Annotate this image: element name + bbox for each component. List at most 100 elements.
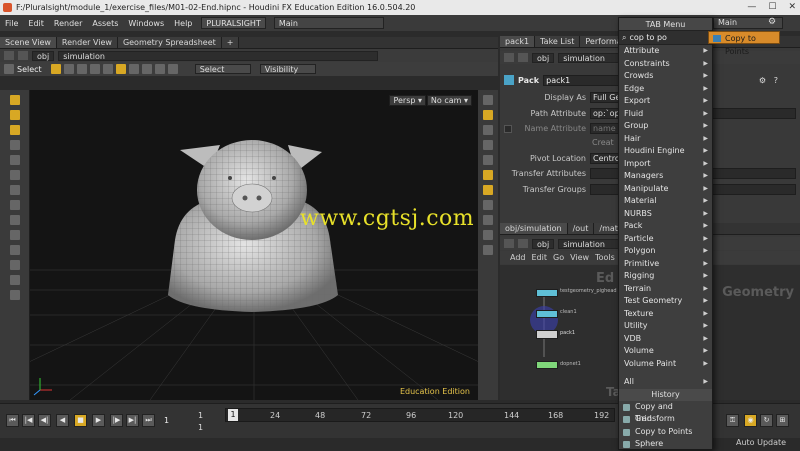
prim-mode-icon[interactable] — [89, 64, 100, 74]
history-item-grid[interactable]: Grid — [619, 413, 712, 426]
net-menu-view[interactable]: View — [570, 251, 589, 264]
template-display-icon[interactable] — [483, 170, 493, 180]
net-menu-tools[interactable]: Tools — [595, 251, 615, 264]
persp-camera-menu[interactable]: Persp ▾ — [389, 95, 426, 106]
handle-tool-icon[interactable] — [9, 95, 20, 105]
node-testgeometry[interactable] — [536, 289, 558, 297]
net-forward-icon[interactable] — [518, 239, 528, 248]
net-menu-edit[interactable]: Edit — [532, 251, 548, 264]
node-name-field[interactable]: pack1 — [543, 74, 624, 86]
tab-menu-item-texture[interactable]: Texture ▶ — [619, 308, 712, 321]
select-mode-icon[interactable] — [50, 64, 61, 74]
stop-icon[interactable]: ■ — [74, 414, 87, 427]
range-start2-field[interactable]: 1 — [198, 423, 203, 432]
maximize-button[interactable]: ☐ — [768, 0, 776, 15]
snap-point-icon[interactable] — [9, 170, 20, 180]
box-select-icon[interactable] — [115, 64, 126, 74]
tab-menu-item-polygon[interactable]: Polygon ▶ — [619, 245, 712, 258]
loop-icon[interactable]: ↻ — [760, 414, 773, 427]
magnet-icon[interactable] — [9, 200, 20, 210]
timeline-track[interactable]: 1 24 48 72 96 120 144 168 192 — [225, 408, 615, 422]
net-back-icon[interactable] — [504, 239, 514, 248]
shading-mode-icon[interactable] — [483, 110, 493, 120]
tab-menu-item-particle[interactable]: Particle ▶ — [619, 233, 712, 246]
snap-multi-icon[interactable] — [9, 185, 20, 195]
tab-menu-item-vdb[interactable]: VDB ▶ — [619, 333, 712, 346]
footprint-icon[interactable] — [483, 185, 493, 195]
wireframe-icon[interactable] — [9, 215, 20, 225]
add-tab-button[interactable]: + — [221, 37, 240, 48]
lighting-icon[interactable] — [483, 125, 493, 135]
history-item-copy-to-points[interactable]: Copy to Points — [619, 426, 712, 439]
normals-display-icon[interactable] — [483, 155, 493, 165]
path-obj[interactable]: obj — [32, 50, 55, 61]
tab-menu-item-hair[interactable]: Hair ▶ — [619, 133, 712, 146]
gear-icon[interactable]: ⚙ — [768, 17, 778, 28]
range-start-field[interactable]: 1 — [198, 411, 203, 420]
back-arrow-icon[interactable] — [4, 51, 14, 60]
frame-marker[interactable]: 1 — [228, 409, 238, 421]
visibility-dropdown[interactable]: Visibility — [259, 64, 316, 74]
select-arrow-icon[interactable] — [4, 64, 14, 74]
param-path-obj[interactable]: obj — [532, 52, 555, 63]
area-select-icon[interactable] — [167, 64, 178, 74]
frame-all-icon[interactable] — [483, 230, 493, 240]
param-back-icon[interactable] — [504, 53, 514, 62]
ghost-icon[interactable] — [9, 230, 20, 240]
param-gear-icon[interactable]: ⚙ — [759, 76, 766, 85]
menu-file[interactable]: File — [0, 19, 23, 28]
tab-menu-item-fluid[interactable]: Fluid ▶ — [619, 108, 712, 121]
tab-menu-item-utility[interactable]: Utility ▶ — [619, 320, 712, 333]
node-clean1[interactable] — [536, 310, 558, 318]
path-simulation[interactable]: simulation — [58, 50, 379, 61]
tab-menu-item-volume[interactable]: Volume ▶ — [619, 345, 712, 358]
history-item-sphere[interactable]: Sphere — [619, 438, 712, 451]
tab-menu-item-pack[interactable]: Pack ▶ — [619, 220, 712, 233]
play-reverse-icon[interactable]: ◀ — [56, 414, 69, 427]
forward-arrow-icon[interactable] — [18, 51, 28, 60]
camera-icon[interactable] — [9, 245, 20, 255]
tab-menu-item-constraints[interactable]: Constraints ▶ — [619, 58, 712, 71]
play-icon[interactable]: ▶ — [92, 414, 105, 427]
key-icon[interactable]: ⚿ — [726, 414, 739, 427]
tab-menu-item-nurbs[interactable]: NURBS ▶ — [619, 208, 712, 221]
tab-scene-view[interactable]: Scene View — [0, 37, 57, 48]
jump-start-icon[interactable]: ⏮ — [6, 414, 19, 427]
tab-menu-item-all[interactable]: All ▶ — [619, 376, 712, 389]
jump-end-icon[interactable]: ⏭ — [142, 414, 155, 427]
tab-menu-item-edge[interactable]: Edge ▶ — [619, 83, 712, 96]
menu-help[interactable]: Help — [169, 19, 197, 28]
tab-menu-item-houdini-engine[interactable]: Houdini Engine ▶ — [619, 145, 712, 158]
name-attribute-checkbox[interactable] — [504, 125, 512, 133]
tab-take-list[interactable]: Take List — [535, 36, 581, 47]
menu-edit[interactable]: Edit — [23, 19, 49, 28]
laser-select-icon[interactable] — [154, 64, 165, 74]
param-help-icon[interactable]: ? — [774, 76, 778, 85]
tab-menu-item-rigging[interactable]: Rigging ▶ — [619, 270, 712, 283]
history-item-copy-and-transform[interactable]: Copy and Transform — [619, 401, 712, 423]
tab-obj-simulation[interactable]: obj/simulation — [500, 223, 568, 234]
snap-grid-icon[interactable] — [9, 140, 20, 150]
tab-render-view[interactable]: Render View — [56, 37, 118, 48]
menu-assets[interactable]: Assets — [87, 19, 123, 28]
pose-tool-icon[interactable] — [9, 125, 20, 135]
net-menu-go[interactable]: Go — [553, 251, 564, 264]
menu-render[interactable]: Render — [49, 19, 87, 28]
brush-select-icon[interactable] — [141, 64, 152, 74]
tab-menu-item-material[interactable]: Material ▶ — [619, 195, 712, 208]
tab-menu-item-import[interactable]: Import ▶ — [619, 158, 712, 171]
backface-icon[interactable] — [483, 200, 493, 210]
no-cam-menu[interactable]: No cam ▾ — [426, 95, 472, 106]
step-back-icon[interactable]: ◀| — [38, 414, 51, 427]
snap-prim-icon[interactable] — [9, 155, 20, 165]
tab-menu-item-group[interactable]: Group ▶ — [619, 120, 712, 133]
minimize-button[interactable]: — — [747, 0, 756, 15]
tab-pack1[interactable]: pack1 — [500, 36, 536, 47]
desktop-dropdown[interactable]: Main — [273, 17, 384, 29]
tab-menu-search-input[interactable]: cop to po — [629, 33, 666, 42]
lasso-select-icon[interactable] — [128, 64, 139, 74]
tab-geometry-spreadsheet[interactable]: Geometry Spreadsheet — [117, 37, 222, 48]
next-key-icon[interactable]: ▶| — [126, 414, 139, 427]
realtime-icon[interactable]: ◉ — [744, 414, 757, 427]
tab-menu-item-crowds[interactable]: Crowds ▶ — [619, 70, 712, 83]
